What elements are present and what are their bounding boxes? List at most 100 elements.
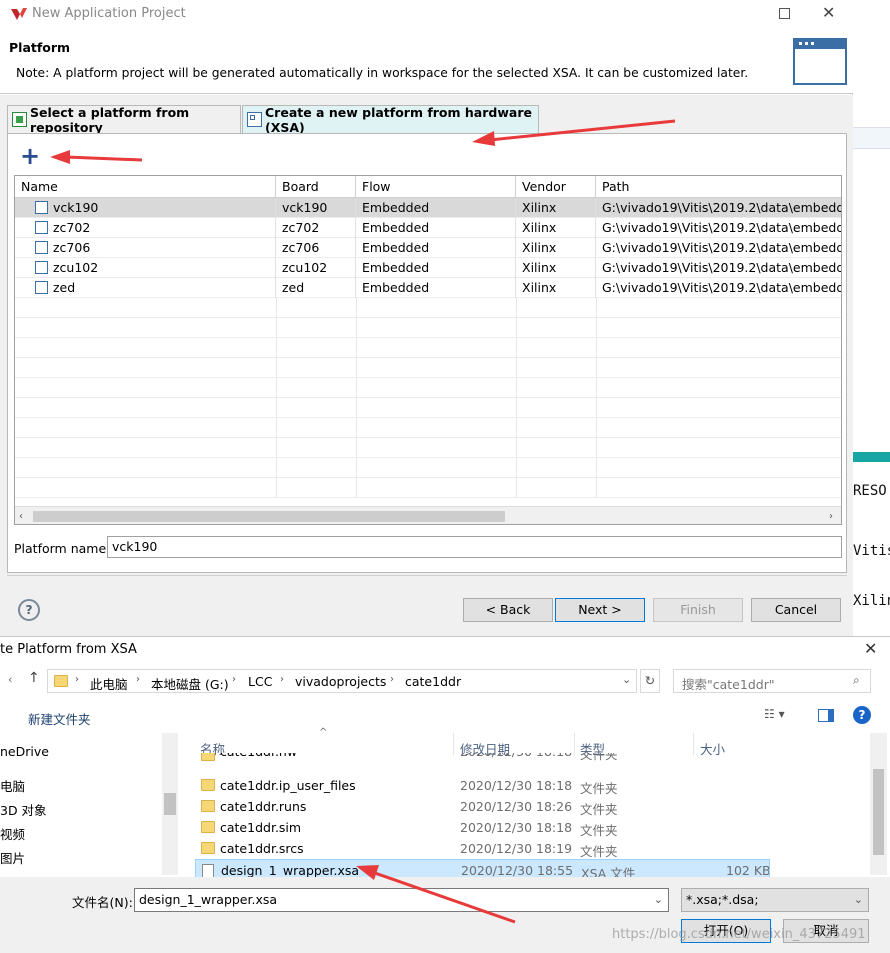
- file-date: 2020/12/30 18:18: [460, 820, 573, 835]
- column-header-flow[interactable]: Flow: [356, 176, 516, 198]
- scroll-thumb[interactable]: [873, 769, 884, 855]
- file-dialog-close-button[interactable]: ✕: [864, 639, 877, 658]
- folder-icon: [201, 779, 215, 791]
- nav-item[interactable]: 视频: [0, 824, 25, 843]
- breadcrumb-item[interactable]: cate1ddr: [405, 674, 461, 689]
- empty-row: [15, 358, 841, 378]
- chevron-right-icon: ›: [75, 674, 79, 685]
- platform-name-input[interactable]: vck190: [107, 536, 842, 558]
- nav-item[interactable]: 图片: [0, 848, 25, 867]
- column-divider: [356, 358, 357, 378]
- breadcrumb-item[interactable]: 本地磁盘 (G:): [151, 674, 229, 693]
- file-size: 102 KB: [726, 863, 770, 878]
- maximize-button[interactable]: [779, 8, 790, 19]
- column-header-vendor[interactable]: Vendor: [516, 176, 596, 198]
- nav-item[interactable]: 电脑: [0, 776, 25, 795]
- breadcrumb-item[interactable]: 此电脑: [90, 674, 128, 693]
- column-header-path[interactable]: Path: [596, 176, 841, 198]
- help-button[interactable]: ?: [18, 599, 40, 621]
- table-row[interactable]: vck190 vck190 Embedded Xilinx G:\vivado19\Vi…: [15, 198, 841, 218]
- file-row[interactable]: cate1ddr.srcs 2020/12/30 18:19 文件夹: [195, 838, 770, 859]
- chevron-right-icon: ›: [280, 674, 284, 685]
- table-row[interactable]: zcu102 zcu102 Embedded Xilinx G:\vivado19\Vi…: [15, 258, 841, 278]
- column-divider: [516, 378, 517, 398]
- up-arrow-icon[interactable]: ↑: [28, 670, 40, 686]
- new-folder-button[interactable]: 新建文件夹: [28, 709, 91, 728]
- platform-name-label: Platform name:: [14, 541, 111, 556]
- next-button[interactable]: Next >: [555, 598, 645, 622]
- table-row[interactable]: zed zed Embedded Xilinx G:\vivado19\Vitis\20…: [15, 278, 841, 298]
- chevron-down-icon[interactable]: ⌄: [654, 889, 663, 911]
- column-divider: [516, 398, 517, 418]
- cell-board: zc702: [276, 218, 356, 238]
- column-divider: [596, 338, 597, 358]
- file-name: design_1_wrapper.xsa: [221, 863, 360, 878]
- column-divider: [596, 438, 597, 458]
- cell-flow: Embedded: [356, 278, 516, 298]
- table-row[interactable]: zc702 zc702 Embedded Xilinx G:\vivado19\Viti…: [15, 218, 841, 238]
- file-list-scrollbar[interactable]: [870, 733, 887, 875]
- platform-icon: [35, 241, 48, 254]
- tab-select-platform[interactable]: Select a platform from repository: [7, 105, 241, 135]
- breadcrumb-item[interactable]: vivadoprojects: [295, 674, 386, 689]
- empty-row: [15, 338, 841, 358]
- breadcrumb-item[interactable]: LCC: [248, 674, 272, 689]
- add-platform-button[interactable]: +: [20, 144, 40, 168]
- address-bar[interactable]: › 此电脑 › 本地磁盘 (G:) › LCC › vivadoprojects…: [47, 669, 637, 693]
- column-header-name[interactable]: Name: [15, 176, 276, 198]
- scroll-left-icon[interactable]: ‹: [19, 511, 23, 522]
- cell-path: G:\vivado19\Vitis\2019.2\data\embedded: [596, 198, 841, 218]
- column-header-board[interactable]: Board: [276, 176, 356, 198]
- refresh-icon[interactable]: ↻: [640, 669, 660, 693]
- tab-label: Create a new platform from hardware (XSA…: [265, 105, 532, 135]
- view-options-icon[interactable]: ☷ ▾: [764, 707, 785, 721]
- chevron-down-icon: ⌄: [853, 893, 863, 906]
- background-line: Vitis: [853, 543, 890, 559]
- column-divider: [596, 378, 597, 398]
- column-divider: [516, 418, 517, 438]
- cancel-button[interactable]: Cancel: [751, 598, 841, 622]
- nav-item[interactable]: 3D 对象: [0, 800, 47, 819]
- nav-scrollbar[interactable]: [162, 733, 178, 875]
- column-divider: [356, 298, 357, 318]
- scroll-thumb[interactable]: [164, 793, 176, 815]
- search-input[interactable]: 搜索"cate1ddr" ⌕: [673, 669, 871, 693]
- tab-create-from-hardware[interactable]: Create a new platform from hardware (XSA…: [242, 105, 539, 135]
- cell-flow: Embedded: [356, 198, 516, 218]
- platform-table: Name Board Flow Vendor Path vck190 vck190…: [14, 175, 842, 525]
- preview-pane-icon[interactable]: [818, 709, 834, 722]
- page-title: Platform: [9, 40, 71, 55]
- back-button[interactable]: < Back: [463, 598, 553, 622]
- column-divider: [356, 398, 357, 418]
- nav-item[interactable]: neDrive: [0, 744, 49, 759]
- file-name: cate1ddr.hw: [220, 753, 297, 759]
- cell-flow: Embedded: [356, 238, 516, 258]
- help-icon[interactable]: ?: [853, 706, 871, 724]
- file-type: 文件夹: [580, 823, 618, 838]
- scroll-thumb[interactable]: [33, 511, 505, 522]
- back-nav-icon[interactable]: ‹: [8, 673, 12, 686]
- filename-input[interactable]: design_1_wrapper.xsa ⌄: [134, 888, 669, 912]
- column-divider: [276, 438, 277, 458]
- finish-button[interactable]: Finish: [653, 598, 743, 622]
- platform-name: zcu102: [53, 260, 99, 275]
- file-date: 2020/12/30 18:26: [460, 799, 573, 814]
- empty-row: [15, 458, 841, 478]
- column-divider: [596, 318, 597, 338]
- file-row[interactable]: cate1ddr.ip_user_files 2020/12/30 18:18 文件…: [195, 775, 770, 796]
- chevron-down-icon[interactable]: ⌄: [622, 673, 631, 686]
- column-divider: [276, 298, 277, 318]
- table-row[interactable]: zc706 zc706 Embedded Xilinx G:\vivado19\Viti…: [15, 238, 841, 258]
- horizontal-scrollbar[interactable]: ‹ ›: [15, 506, 841, 524]
- cell-board: vck190: [276, 198, 356, 218]
- cell-vendor: Xilinx: [516, 278, 596, 298]
- file-row[interactable]: cate1ddr.sim 2020/12/30 18:18 文件夹: [195, 817, 770, 838]
- empty-row: [15, 418, 841, 438]
- file-row[interactable]: cate1ddr.hw 2020/12/30 18:18 文件夹: [195, 753, 770, 761]
- filename-label: 文件名(N):: [72, 895, 133, 910]
- file-type-filter[interactable]: *.xsa;*.dsa; ⌄: [681, 888, 869, 912]
- scroll-right-icon[interactable]: ›: [829, 511, 833, 522]
- close-button[interactable]: ✕: [822, 3, 835, 22]
- file-row[interactable]: cate1ddr.runs 2020/12/30 18:26 文件夹: [195, 796, 770, 817]
- cell-path: G:\vivado19\Vitis\2019.2\data\embedded: [596, 278, 841, 298]
